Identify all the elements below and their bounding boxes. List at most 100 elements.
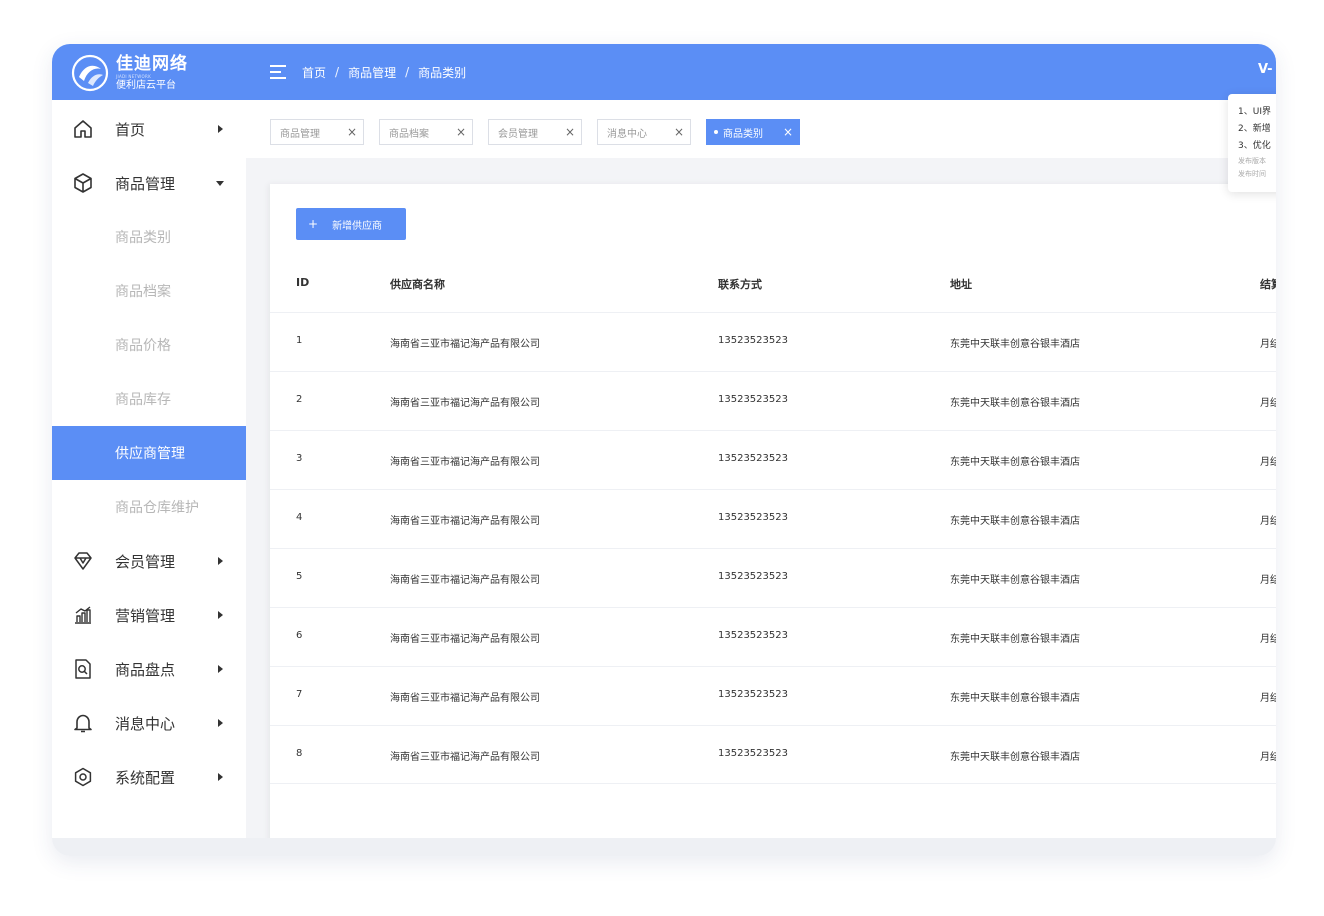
table-row[interactable]: 3 海南省三亚市福记海产品有限公司 13523523523 东莞中天联丰创意谷银… — [270, 430, 1276, 489]
sidebar-subitem-price[interactable]: 商品价格 — [52, 318, 246, 372]
chart-icon — [75, 606, 91, 624]
sidebar-item-label: 首页 — [115, 120, 146, 139]
logo[interactable]: 佳迪网络 JIADI NETWORK 便利店云平台 — [70, 52, 250, 94]
cell-id: 3 — [296, 453, 303, 464]
sidebar-item-label: 消息中心 — [115, 714, 176, 733]
cell-contact: 13523523523 — [718, 453, 788, 464]
chevron-right-icon — [218, 719, 223, 727]
table-row[interactable]: 1 海南省三亚市福记海产品有限公司 13523523523 东莞中天联丰创意谷银… — [270, 312, 1276, 371]
cell-contact: 13523523523 — [718, 748, 788, 759]
table-row[interactable]: 2 海南省三亚市福记海产品有限公司 13523523523 东莞中天联丰创意谷银… — [270, 371, 1276, 430]
tabs-bar: 商品管理 × 商品档案 × 会员管理 × 消息中心 × 商品类别 × — [246, 100, 1276, 158]
sidebar-item-label: 商品管理 — [115, 174, 176, 193]
close-icon[interactable]: × — [456, 124, 466, 140]
sidebar-item-label: 营销管理 — [115, 606, 176, 625]
sidebar-subitem-stock[interactable]: 商品库存 — [52, 372, 246, 426]
cell-address: 东莞中天联丰创意谷银丰酒店 — [950, 339, 1080, 350]
column-header-address: 地址 — [950, 278, 972, 291]
version-popover: 1、UI界 2、新增 3、优化 发布版本 发布时间 — [1228, 94, 1276, 192]
chevron-right-icon — [218, 665, 223, 673]
cell-name: 海南省三亚市福记海产品有限公司 — [390, 516, 540, 527]
cell-settlement: 月结 — [1260, 575, 1276, 586]
sidebar-subitem-warehouse[interactable]: 商品仓库维护 — [52, 480, 246, 534]
sidebar-subitem-category[interactable]: 商品类别 — [52, 210, 246, 264]
cell-settlement: 月结 — [1260, 752, 1276, 763]
sidebar-item-label: 会员管理 — [115, 552, 176, 571]
logo-icon — [71, 54, 109, 92]
sidebar-item-label: 系统配置 — [115, 768, 176, 787]
bottom-strip — [52, 838, 1276, 856]
logo-subtitle: 便利店云平台 — [116, 79, 176, 91]
cell-contact: 13523523523 — [718, 394, 788, 405]
sidebar-item-members[interactable]: 会员管理 — [52, 534, 246, 588]
sidebar-item-goods[interactable]: 商品管理 — [52, 156, 246, 210]
cell-settlement: 月结 — [1260, 398, 1276, 409]
cell-contact: 13523523523 — [718, 512, 788, 523]
close-icon[interactable]: × — [783, 124, 793, 140]
home-icon — [74, 120, 92, 138]
tab-category[interactable]: 商品类别 × — [706, 119, 800, 145]
breadcrumb: 首页 / 商品管理 / 商品类别 — [302, 62, 466, 82]
diamond-icon — [74, 552, 92, 570]
chevron-right-icon — [218, 557, 223, 565]
column-header-contact: 联系方式 — [718, 278, 762, 291]
sidebar-item-messages[interactable]: 消息中心 — [52, 696, 246, 750]
sidebar-item-settings[interactable]: 系统配置 — [52, 750, 246, 804]
sidebar-item-home[interactable]: 首页 — [52, 102, 246, 156]
table-row[interactable]: 8 海南省三亚市福记海产品有限公司 13523523523 东莞中天联丰创意谷银… — [270, 725, 1276, 784]
add-supplier-label: 新增供应商 — [332, 220, 383, 232]
version-label[interactable]: V- — [1258, 62, 1273, 77]
chevron-down-icon — [216, 181, 224, 186]
tab-messages[interactable]: 消息中心 × — [597, 119, 691, 145]
cell-settlement: 月结 — [1260, 339, 1276, 350]
search-doc-icon — [75, 659, 91, 679]
logo-en: JIADI NETWORK — [116, 73, 151, 79]
cell-id: 2 — [296, 394, 303, 405]
table-row[interactable]: 4 海南省三亚市福记海产品有限公司 13523523523 东莞中天联丰创意谷银… — [270, 489, 1276, 548]
breadcrumb-separator: / — [335, 65, 340, 79]
column-header-id: ID — [296, 276, 310, 289]
table-row[interactable]: 5 海南省三亚市福记海产品有限公司 13523523523 东莞中天联丰创意谷银… — [270, 548, 1276, 607]
tab-archive[interactable]: 商品档案 × — [379, 119, 473, 145]
cell-contact: 13523523523 — [718, 689, 788, 700]
sidebar-subitem-label: 商品类别 — [115, 230, 171, 246]
bell-icon — [74, 714, 92, 733]
sidebar-subitem-supplier[interactable]: 供应商管理 — [52, 426, 246, 480]
add-supplier-button[interactable]: + 新增供应商 — [296, 208, 406, 240]
popover-line: 2、新增 — [1238, 124, 1271, 134]
sidebar-item-marketing[interactable]: 营销管理 — [52, 588, 246, 642]
main-content: + 新增供应商 ID 供应商名称 联系方式 地址 结算 1 海南省三亚市福记海产… — [270, 184, 1276, 856]
box-icon — [74, 173, 92, 193]
cell-contact: 13523523523 — [718, 335, 788, 346]
sidebar-item-inventory[interactable]: 商品盘点 — [52, 642, 246, 696]
cell-address: 东莞中天联丰创意谷银丰酒店 — [950, 398, 1080, 409]
cell-address: 东莞中天联丰创意谷银丰酒店 — [950, 575, 1080, 586]
cell-id: 8 — [296, 748, 303, 759]
sidebar-subitem-label: 供应商管理 — [115, 446, 185, 462]
logo-text: 佳迪网络 JIADI NETWORK 便利店云平台 — [116, 55, 188, 91]
breadcrumb-item-home[interactable]: 首页 — [302, 64, 326, 81]
tab-label: 商品管理 — [280, 128, 320, 140]
menu-toggle-icon[interactable] — [268, 62, 288, 82]
cell-id: 4 — [296, 512, 303, 523]
popover-line: 1、UI界 — [1238, 107, 1271, 117]
sidebar-subitem-archive[interactable]: 商品档案 — [52, 264, 246, 318]
close-icon[interactable]: × — [347, 124, 357, 140]
table-row[interactable]: 7 海南省三亚市福记海产品有限公司 13523523523 东莞中天联丰创意谷银… — [270, 666, 1276, 725]
tab-goods[interactable]: 商品管理 × — [270, 119, 364, 145]
popover-meta: 发布版本 — [1238, 157, 1266, 165]
sidebar-item-label: 商品盘点 — [115, 660, 176, 679]
chevron-right-icon — [218, 611, 223, 619]
tab-label: 商品档案 — [389, 128, 429, 140]
breadcrumb-item-goods[interactable]: 商品管理 — [348, 64, 396, 81]
close-icon[interactable]: × — [565, 124, 575, 140]
close-icon[interactable]: × — [674, 124, 684, 140]
tab-members[interactable]: 会员管理 × — [488, 119, 582, 145]
cell-name: 海南省三亚市福记海产品有限公司 — [390, 575, 540, 586]
cell-address: 东莞中天联丰创意谷银丰酒店 — [950, 457, 1080, 468]
plus-icon: + — [308, 217, 319, 231]
cell-name: 海南省三亚市福记海产品有限公司 — [390, 339, 540, 350]
cell-id: 1 — [296, 335, 303, 346]
table-row[interactable]: 6 海南省三亚市福记海产品有限公司 13523523523 东莞中天联丰创意谷银… — [270, 607, 1276, 666]
tab-label: 会员管理 — [498, 128, 538, 140]
